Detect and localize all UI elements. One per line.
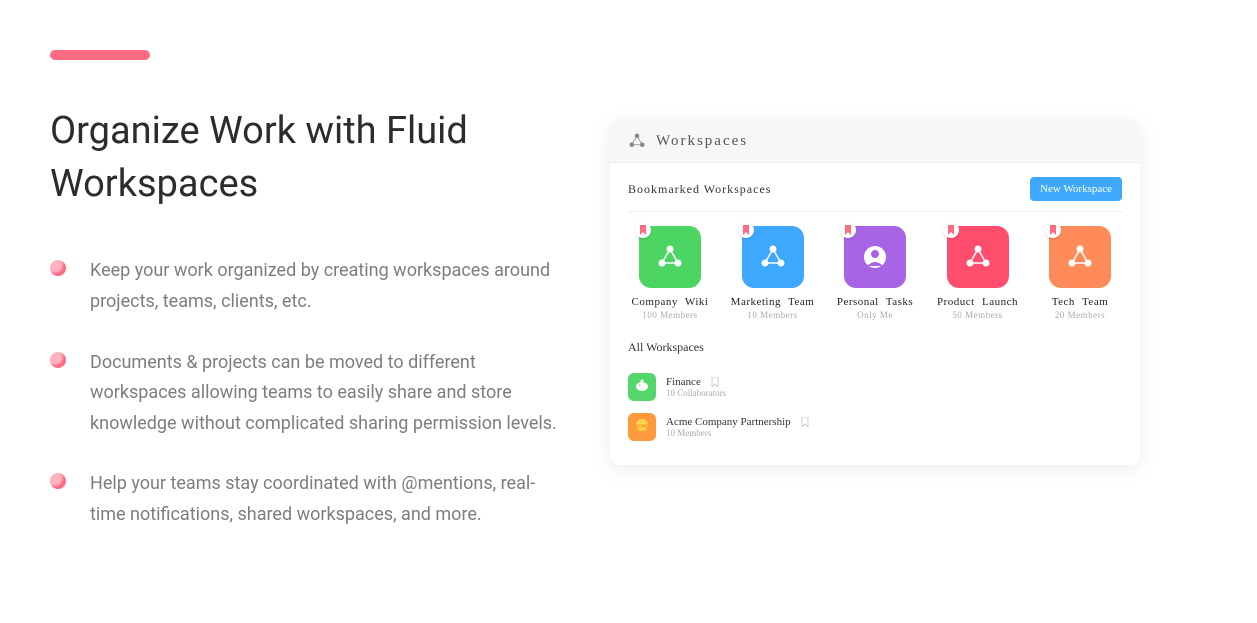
feature-description: Organize Work with Fluid Workspaces Keep… <box>50 50 610 561</box>
headline: Organize Work with Fluid Workspaces <box>50 105 570 211</box>
workspace-tile-icon <box>639 226 701 288</box>
workspace-name: Marketing Team <box>731 296 815 308</box>
workspace-meta: 10 Members <box>731 310 815 320</box>
piggy-bank-icon <box>633 376 651 399</box>
workspace-name: Personal Tasks <box>833 296 917 308</box>
workspace-row[interactable]: Finance 10 Collaborators <box>628 367 1122 407</box>
new-workspace-button[interactable]: New Workspace <box>1030 177 1122 201</box>
bullet-text: Keep your work organized by creating wor… <box>90 256 570 317</box>
bullet-text: Help your teams stay coordinated with @m… <box>90 469 570 530</box>
workspace-row-name: Acme Company Partnership <box>666 416 791 428</box>
bullet-item: Documents & projects can be moved to dif… <box>50 348 570 440</box>
workspace-tile[interactable]: Product Launch 50 Members <box>936 226 1020 320</box>
bullet-item: Help your teams stay coordinated with @m… <box>50 469 570 530</box>
workspace-row-meta: 10 Members <box>666 428 809 438</box>
app-header: Workspaces <box>610 120 1140 163</box>
bookmark-icon <box>738 222 754 238</box>
accent-bar <box>50 50 150 60</box>
workspace-meta: 50 Members <box>936 310 1020 320</box>
bookmark-icon <box>1045 222 1061 238</box>
workspace-tile[interactable]: Tech Team 20 Members <box>1038 226 1122 320</box>
workspace-tile-icon <box>844 226 906 288</box>
acme-logo-icon: ACME <box>633 416 651 439</box>
all-workspaces-label: All Workspaces <box>628 340 1122 355</box>
workspace-tile[interactable]: Company Wiki 100 Members <box>628 226 712 320</box>
share-icon <box>1065 242 1095 272</box>
bullet-list: Keep your work organized by creating wor… <box>50 256 570 530</box>
bullet-item: Keep your work organized by creating wor… <box>50 256 570 317</box>
share-icon <box>655 242 685 272</box>
workspace-meta: 100 Members <box>628 310 712 320</box>
workspace-tile[interactable]: Marketing Team 10 Members <box>731 226 815 320</box>
bullet-dot-icon <box>50 352 66 368</box>
workspace-row-icon <box>628 373 656 401</box>
workspace-row-icon: ACME <box>628 413 656 441</box>
workspaces-app-card: Workspaces Bookmarked Workspaces New Wor… <box>610 120 1140 465</box>
workspace-tile-icon <box>742 226 804 288</box>
bookmark-icon <box>635 222 651 238</box>
bookmark-outline-icon[interactable] <box>711 377 719 387</box>
workspace-meta: 20 Members <box>1038 310 1122 320</box>
bookmark-icon <box>943 222 959 238</box>
workspace-row[interactable]: ACME Acme Company Partnership 10 Members <box>628 407 1122 447</box>
app-header-title: Workspaces <box>656 133 748 150</box>
share-icon <box>963 242 993 272</box>
bullet-dot-icon <box>50 473 66 489</box>
workspace-row-name: Finance <box>666 376 701 388</box>
workspace-tile[interactable]: Personal Tasks Only Me <box>833 226 917 320</box>
avatar-icon <box>860 242 890 272</box>
workspace-tile-icon <box>947 226 1009 288</box>
workspace-tile-icon <box>1049 226 1111 288</box>
share-icon <box>758 242 788 272</box>
workspace-name: Company Wiki <box>628 296 712 308</box>
workspace-meta: Only Me <box>833 310 917 320</box>
workspace-name: Tech Team <box>1038 296 1122 308</box>
bullet-text: Documents & projects can be moved to dif… <box>90 348 570 440</box>
bookmark-outline-icon[interactable] <box>801 417 809 427</box>
bookmark-icon <box>840 222 856 238</box>
bookmarked-workspaces-grid: Company Wiki 100 Members <box>628 211 1122 320</box>
workspace-row-meta: 10 Collaborators <box>666 388 726 398</box>
workspace-name: Product Launch <box>936 296 1020 308</box>
bookmarked-workspaces-label: Bookmarked Workspaces <box>628 182 771 197</box>
workspaces-logo-icon <box>628 132 646 150</box>
svg-text:ACME: ACME <box>635 423 648 428</box>
bullet-dot-icon <box>50 260 66 276</box>
